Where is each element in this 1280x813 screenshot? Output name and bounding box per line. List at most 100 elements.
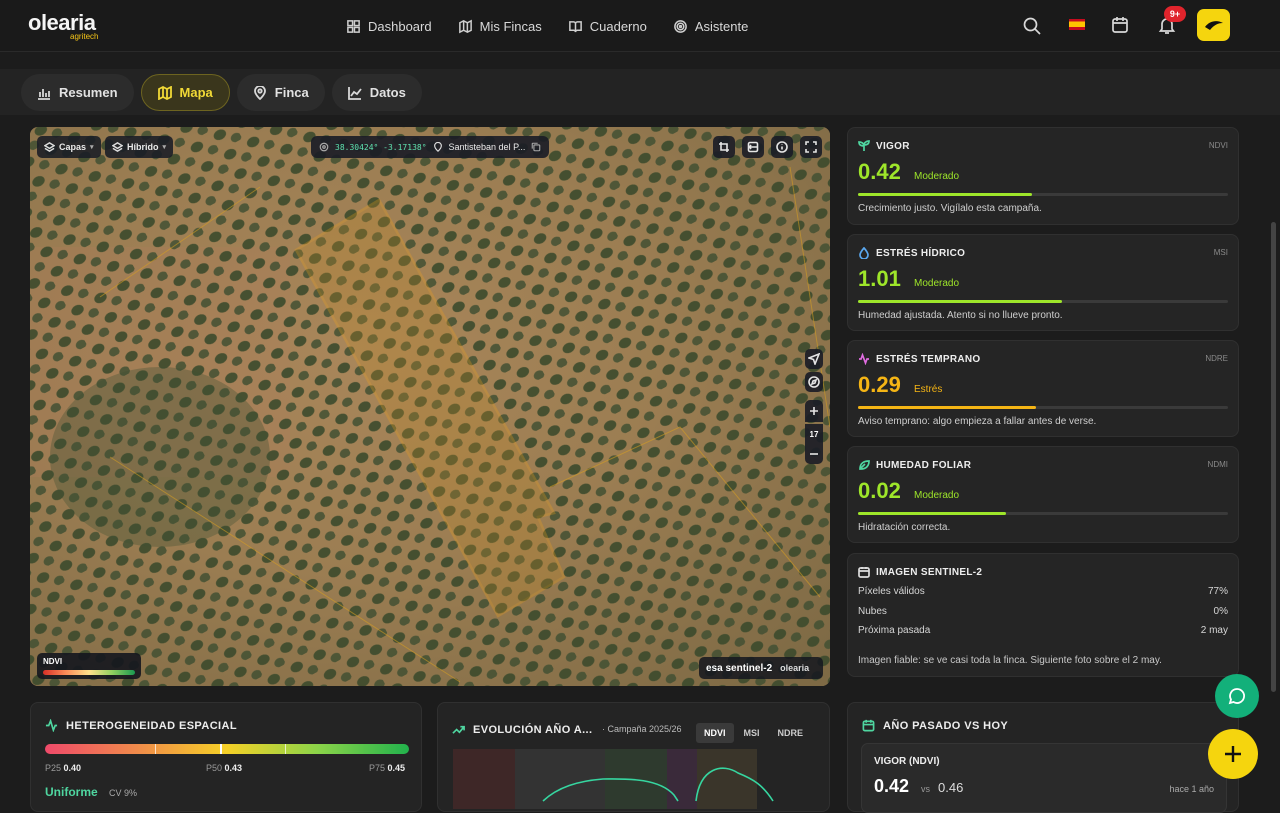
ndvi-legend: NDVI — [37, 653, 141, 679]
sprout-icon — [858, 140, 870, 151]
index-level: Estrés — [914, 384, 943, 395]
tab-finca-label: Finca — [274, 85, 309, 100]
fullscreen-icon — [805, 141, 817, 153]
row-value: 77% — [1207, 586, 1228, 597]
leaf-icon — [859, 460, 870, 470]
bar-chart-icon — [38, 88, 50, 100]
locate-button[interactable] — [805, 349, 823, 369]
brand-tagline: agritech — [70, 32, 99, 41]
tab-mapa[interactable]: Mapa — [140, 74, 230, 111]
index-option-ndvi[interactable]: NDVI — [696, 723, 734, 743]
sentinel-row: Nubes 0% — [858, 606, 1228, 617]
search-icon — [1023, 17, 1041, 35]
row-label: Píxeles válidos — [858, 586, 925, 597]
comparison-panel: AÑO PASADO VS HOY VIGOR (NDVI) 0.42 vs 0… — [847, 702, 1239, 813]
satellite-map[interactable] — [30, 127, 830, 686]
index-card-estres-hidrico: ESTRÉS HÍDRICO MSI 1.01 Moderado Humedad… — [847, 234, 1239, 331]
previous-value: 0.46 — [938, 780, 964, 795]
chevron-down-icon: ▾ — [162, 144, 167, 151]
location-name: Santisteban del P... — [448, 142, 526, 152]
current-value: 0.42 — [874, 776, 910, 796]
layers-dropdown[interactable]: Capas ▾ — [37, 136, 101, 158]
p25-marker — [155, 744, 156, 754]
basemap-dropdown[interactable]: Híbrido ▾ — [105, 136, 174, 158]
nav-mis-fincas-label: Mis Fincas — [479, 18, 542, 34]
minus-icon — [810, 453, 818, 455]
zoom-in-button[interactable] — [805, 400, 823, 422]
vs-label: vs — [921, 784, 930, 794]
comparison-box: VIGOR (NDVI) 0.42 vs 0.46 hace 1 año — [861, 743, 1227, 813]
index-description: Crecimiento justo. Vigílalo esta campaña… — [858, 203, 1042, 214]
compare-button[interactable] — [742, 136, 764, 158]
brand-logo[interactable]: olearia agritech — [28, 10, 108, 42]
zoom-out-button[interactable] — [805, 444, 823, 464]
nav-dashboard[interactable]: Dashboard — [346, 14, 432, 38]
index-option-ndre[interactable]: NDRE — [770, 723, 812, 743]
info-icon — [776, 141, 788, 153]
tab-mapa-label: Mapa — [179, 85, 213, 100]
card-title: ESTRÉS HÍDRICO — [876, 247, 966, 259]
calendar-icon — [1112, 17, 1128, 33]
satellite-imagery — [30, 127, 830, 686]
add-button[interactable] — [1208, 729, 1258, 779]
index-progress-track — [858, 512, 1228, 515]
index-code: NDMI — [1207, 460, 1228, 469]
search-button[interactable] — [1022, 16, 1042, 36]
chat-bubble-icon — [1228, 688, 1245, 705]
chevron-down-icon: ▾ — [90, 144, 94, 151]
panel-header: EVOLUCIÓN AÑO A... — [452, 723, 592, 736]
language-flag-es[interactable] — [1069, 19, 1085, 30]
main-nav: Dashboard Mis Fincas Cuaderno Asistente — [346, 14, 748, 38]
card-header: VIGOR — [858, 140, 910, 152]
legend-gradient — [43, 670, 135, 675]
panel-header: HETEROGENEIDAD ESPACIAL — [45, 719, 237, 732]
calendar-clock-icon — [858, 567, 870, 578]
index-value: 0.29 — [858, 372, 901, 397]
time-ago: hace 1 año — [1169, 784, 1214, 794]
index-progress-fill — [858, 512, 1006, 515]
navigation-arrow-icon — [808, 353, 820, 365]
index-selector: NDVI MSI NDRE — [696, 723, 811, 743]
card-header: ESTRÉS HÍDRICO — [858, 247, 965, 259]
chat-button[interactable] — [1215, 674, 1259, 718]
heterogeneity-panel: HETEROGENEIDAD ESPACIAL P25 0.40 P50 0.4… — [30, 702, 422, 812]
panel-title: HETEROGENEIDAD ESPACIAL — [66, 719, 237, 732]
panel-title: EVOLUCIÓN AÑO A... — [473, 723, 593, 736]
compass-button[interactable] — [805, 372, 823, 392]
nav-cuaderno[interactable]: Cuaderno — [568, 14, 647, 38]
calendar-icon — [862, 719, 875, 732]
card-title: ESTRÉS TEMPRANO — [876, 353, 981, 365]
p75-value: 0.45 — [387, 763, 406, 773]
index-level: Moderado — [914, 171, 960, 182]
target-icon — [319, 142, 329, 152]
nav-asistente[interactable]: Asistente — [673, 14, 748, 38]
index-option-msi[interactable]: MSI — [736, 723, 768, 743]
tab-finca[interactable]: Finca — [236, 74, 325, 111]
card-header: IMAGEN SENTINEL-2 — [858, 566, 982, 578]
swap-view-button[interactable] — [713, 136, 735, 158]
season-label: · Campaña 2025/26 — [602, 724, 682, 734]
cv-value: CV 9% — [109, 788, 138, 798]
tab-resumen-label: Resumen — [59, 85, 118, 100]
index-code: NDVI — [1208, 141, 1228, 150]
row-label: Próxima pasada — [858, 625, 931, 636]
tab-datos[interactable]: Datos — [331, 74, 422, 111]
book-icon — [568, 20, 582, 32]
p50-label: P50 — [206, 763, 223, 773]
card-title: VIGOR — [876, 140, 910, 152]
index-progress-fill — [858, 193, 1032, 196]
page-scrollbar[interactable] — [1271, 222, 1276, 692]
panel-header: AÑO PASADO VS HOY — [862, 719, 1008, 732]
user-avatar[interactable] — [1197, 9, 1230, 41]
copy-icon[interactable] — [531, 142, 541, 152]
p25-label: P25 — [45, 763, 62, 773]
heterogeneity-gradient-bar — [45, 744, 409, 754]
section-tabs: Resumen Mapa Finca Datos — [21, 74, 422, 111]
card-header: ESTRÉS TEMPRANO — [858, 353, 981, 365]
calendar-button[interactable] — [1110, 15, 1130, 35]
layers-label: Capas — [59, 142, 87, 152]
nav-mis-fincas[interactable]: Mis Fincas — [458, 14, 542, 38]
info-button[interactable] — [771, 136, 793, 158]
fullscreen-button[interactable] — [800, 136, 822, 158]
tab-resumen[interactable]: Resumen — [21, 74, 134, 111]
